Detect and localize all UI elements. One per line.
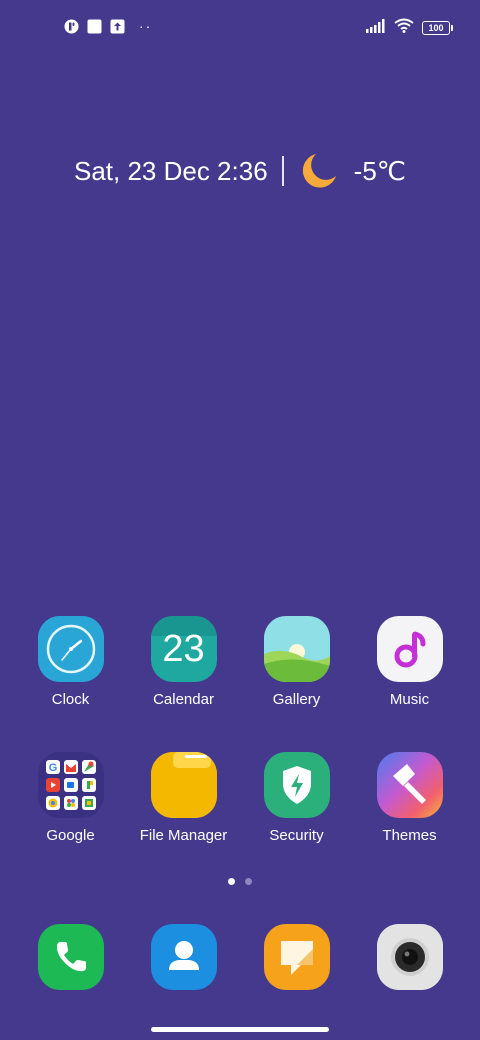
app-label: Music: [389, 691, 430, 708]
security-shield-icon: [263, 752, 330, 818]
google-folder-icon: G: [37, 752, 104, 818]
svg-text:G: G: [48, 762, 57, 774]
app-calendar[interactable]: 23 Calendar: [127, 616, 240, 708]
more-notifications-dots: ··: [139, 18, 153, 34]
app-label: Themes: [382, 827, 437, 844]
temperature-text: -5℃: [353, 155, 406, 186]
square-notification-icon: [87, 19, 102, 34]
calendar-icon: 23: [150, 616, 217, 682]
camera-icon: [376, 924, 443, 990]
notification-icons: ··: [64, 19, 152, 34]
wifi-icon: [394, 18, 414, 38]
app-music[interactable]: Music: [353, 616, 466, 708]
calendar-icon-day: 23: [162, 627, 205, 670]
dock-messages[interactable]: [240, 924, 353, 990]
app-label: Clock: [51, 691, 90, 708]
clock-icon: [37, 616, 104, 682]
upload-icon: [110, 19, 125, 34]
app-notification-icon: [64, 19, 79, 34]
app-google-folder[interactable]: G Google: [14, 752, 127, 844]
messages-icon: [263, 924, 330, 990]
dock-contacts[interactable]: [127, 924, 240, 990]
page-dot[interactable]: [245, 878, 252, 885]
app-file-manager[interactable]: File Manager: [127, 752, 240, 844]
music-icon: [376, 616, 443, 682]
app-label: File Manager: [139, 827, 228, 844]
app-label: Calendar: [153, 691, 214, 708]
themes-brush-icon: [376, 752, 443, 818]
home-indicator-bar[interactable]: [151, 1027, 329, 1032]
app-gallery[interactable]: Gallery: [240, 616, 353, 708]
date-weather-widget[interactable]: Sat, 23 Dec 2:36 -5℃: [0, 146, 480, 196]
app-security[interactable]: Security: [240, 752, 353, 844]
phone-icon: [37, 924, 104, 990]
page-dot-active[interactable]: [228, 878, 235, 885]
moon-icon: [298, 150, 340, 192]
app-themes[interactable]: Themes: [353, 752, 466, 844]
signal-icon: [366, 18, 386, 38]
folder-icon: [150, 752, 217, 818]
battery-icon: 100: [422, 21, 453, 35]
date-time-text: Sat, 23 Dec 2:36: [73, 155, 268, 186]
contacts-icon: [150, 924, 217, 990]
system-icons: 100: [366, 18, 453, 38]
status-bar: ·· 100: [0, 0, 480, 56]
page-indicator: [0, 878, 480, 885]
dock-phone[interactable]: [14, 924, 127, 990]
app-label: Security: [269, 827, 324, 844]
dock-camera[interactable]: [353, 924, 466, 990]
gallery-icon: [263, 616, 330, 682]
widget-divider: [281, 156, 284, 186]
app-label: Google: [46, 827, 95, 844]
app-clock[interactable]: Clock: [14, 616, 127, 708]
app-label: Gallery: [272, 691, 321, 708]
battery-level: 100: [428, 23, 444, 33]
